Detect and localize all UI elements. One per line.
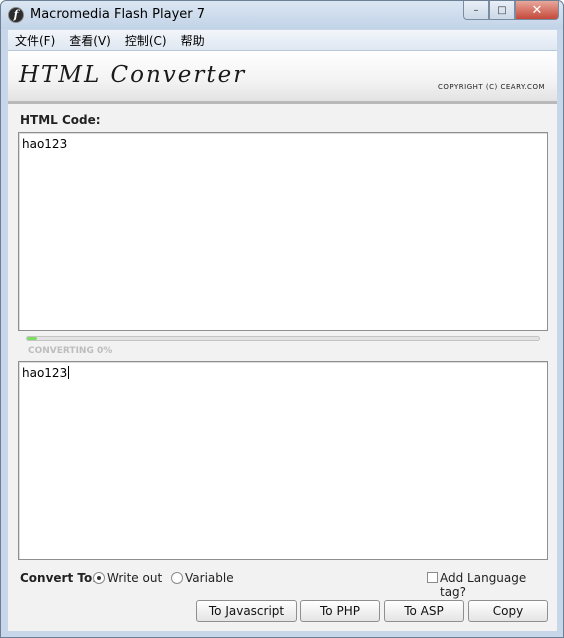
banner: HTML Converter COPYRIGHT (C) CEARY.COM [8, 51, 557, 104]
menu-view[interactable]: 查看(V) [62, 32, 118, 49]
variable-label[interactable]: Variable [185, 571, 234, 585]
progress-bar [26, 336, 540, 341]
language-tag-label[interactable]: Add Language tag? [440, 571, 550, 599]
minimize-button[interactable]: – [463, 1, 489, 20]
html-code-value: hao123 [22, 137, 68, 151]
close-button[interactable]: ✕ [515, 1, 559, 20]
write-out-label[interactable]: Write out [107, 571, 162, 585]
write-out-radio[interactable] [93, 572, 105, 584]
variable-radio[interactable] [171, 572, 183, 584]
convert-options: Convert To: Write out Variable Add Langu… [20, 571, 550, 599]
banner-copyright: COPYRIGHT (C) CEARY.COM [438, 83, 545, 91]
app-window: f Macromedia Flash Player 7 – □ ✕ 文件(F) … [0, 0, 564, 638]
html-code-input[interactable]: hao123 [18, 132, 548, 331]
to-javascript-button[interactable]: To Javascript [196, 600, 297, 622]
menu-file[interactable]: 文件(F) [8, 32, 62, 49]
convert-to-label: Convert To: [20, 571, 98, 585]
html-code-label: HTML Code: [20, 113, 101, 127]
language-tag-checkbox[interactable] [427, 572, 438, 583]
flash-content: HTML Converter COPYRIGHT (C) CEARY.COM H… [8, 51, 557, 631]
progress-fill [27, 337, 38, 340]
menu-help[interactable]: 帮助 [174, 32, 212, 49]
menu-bar: 文件(F) 查看(V) 控制(C) 帮助 [8, 30, 557, 51]
to-asp-button[interactable]: To ASP [384, 600, 464, 622]
radio-dot [97, 576, 101, 580]
window-title: Macromedia Flash Player 7 [30, 7, 206, 22]
output-value: hao123 [22, 366, 68, 380]
maximize-button[interactable]: □ [489, 1, 515, 20]
window-controls: – □ ✕ [463, 1, 559, 21]
progress-label: CONVERTING 0% [28, 346, 113, 356]
output-textarea[interactable]: hao123 [18, 361, 548, 560]
copy-button[interactable]: Copy [468, 600, 548, 622]
text-caret [68, 366, 70, 379]
title-bar[interactable]: f Macromedia Flash Player 7 – □ ✕ [1, 1, 563, 29]
to-php-button[interactable]: To PHP [300, 600, 380, 622]
flash-player-icon: f [8, 7, 24, 23]
menu-control[interactable]: 控制(C) [118, 32, 174, 49]
banner-title: HTML Converter [19, 62, 247, 88]
